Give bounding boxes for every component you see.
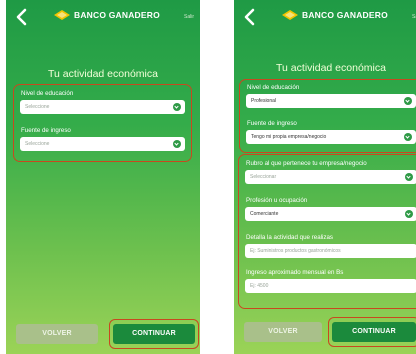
business-sector-field: Rubro al que pertenece tu empresa/negoci… bbox=[245, 160, 416, 186]
monthly-income-input[interactable]: Ej: 4500 bbox=[245, 279, 416, 293]
education-level-select[interactable]: Profesional bbox=[246, 94, 416, 108]
occupation-select[interactable]: Comerciante bbox=[245, 207, 416, 221]
activity-detail-label: Detalla la actividad que realizas bbox=[246, 234, 334, 241]
continue-button[interactable]: CONTINUAR bbox=[332, 322, 416, 342]
monthly-income-placeholder: Ej: 4500 bbox=[250, 283, 269, 289]
bank-name: BANCO GANADERO bbox=[74, 10, 160, 20]
income-source-field: Fuente de ingreso Tengo mi propia empres… bbox=[246, 120, 416, 146]
education-level-field: Nivel de educación Seleccione bbox=[20, 90, 185, 116]
bank-logo-icon bbox=[282, 10, 298, 20]
activity-detail-field: Detalla la actividad que realizas Ej: Su… bbox=[245, 234, 416, 260]
income-source-select[interactable]: Tengo mi propia empresa/negocio bbox=[246, 130, 416, 144]
income-source-select[interactable]: Seleccione bbox=[20, 137, 185, 151]
chevron-down-icon bbox=[405, 173, 413, 181]
highlight-box: Nivel de educación Profesional Fuente de… bbox=[239, 79, 416, 153]
screen-2: BANCO GANADERO Salir Tu actividad económ… bbox=[234, 0, 416, 354]
chevron-down-icon bbox=[404, 97, 412, 105]
income-source-value: Tengo mi propia empresa/negocio bbox=[251, 134, 327, 140]
screen-1: BANCO GANADERO Salir Tu actividad económ… bbox=[6, 0, 200, 354]
bank-logo: BANCO GANADERO bbox=[282, 10, 388, 20]
occupation-label: Profesión u ocupación bbox=[246, 197, 308, 204]
continue-button[interactable]: CONTINUAR bbox=[113, 324, 195, 344]
income-source-label: Fuente de ingreso bbox=[21, 127, 71, 134]
activity-detail-input[interactable]: Ej: Suministros productos gastronómicos bbox=[245, 244, 416, 258]
education-level-select[interactable]: Seleccione bbox=[20, 100, 185, 114]
page-title: Tu actividad económica bbox=[48, 68, 158, 80]
income-source-label: Fuente de ingreso bbox=[247, 120, 297, 127]
bank-name: BANCO GANADERO bbox=[302, 10, 388, 20]
business-sector-label: Rubro al que pertenece tu empresa/negoci… bbox=[246, 160, 367, 167]
chevron-down-icon bbox=[173, 140, 181, 148]
activity-detail-placeholder: Ej: Suministros productos gastronómicos bbox=[250, 248, 341, 254]
education-level-label: Nivel de educación bbox=[21, 90, 74, 97]
monthly-income-label: Ingreso aproximado mensual en Bs bbox=[246, 269, 344, 276]
back-arrow-icon[interactable] bbox=[14, 8, 30, 26]
income-source-value: Seleccione bbox=[25, 141, 50, 147]
occupation-value: Comerciante bbox=[250, 211, 279, 217]
highlight-box: Nivel de educación Seleccione Fuente de … bbox=[13, 84, 192, 162]
top-bar: BANCO GANADERO Salir bbox=[6, 0, 200, 36]
business-sector-select[interactable]: Seleccionar bbox=[245, 170, 416, 184]
business-sector-value: Seleccionar bbox=[250, 174, 277, 180]
highlight-box: Rubro al que pertenece tu empresa/negoci… bbox=[238, 154, 416, 309]
bank-logo: BANCO GANADERO bbox=[54, 10, 160, 20]
education-level-field: Nivel de educación Profesional bbox=[246, 84, 416, 110]
back-button[interactable]: VOLVER bbox=[16, 324, 98, 344]
chevron-down-icon bbox=[405, 210, 413, 218]
income-source-field: Fuente de ingreso Seleccione bbox=[20, 127, 185, 153]
occupation-field: Profesión u ocupación Comerciante bbox=[245, 197, 416, 223]
education-level-value: Profesional bbox=[251, 98, 277, 104]
monthly-income-field: Ingreso aproximado mensual en Bs Ej: 450… bbox=[245, 269, 416, 295]
back-button[interactable]: VOLVER bbox=[244, 322, 322, 342]
education-level-value: Seleccione bbox=[25, 104, 50, 110]
chevron-down-icon bbox=[173, 103, 181, 111]
back-arrow-icon[interactable] bbox=[242, 8, 258, 26]
chevron-down-icon bbox=[404, 133, 412, 141]
exit-link[interactable]: Salir bbox=[184, 14, 194, 20]
page-title: Tu actividad económica bbox=[276, 62, 386, 74]
education-level-label: Nivel de educación bbox=[247, 84, 300, 91]
bank-logo-icon bbox=[54, 10, 70, 20]
top-bar: BANCO GANADERO Salir bbox=[234, 0, 416, 36]
exit-link[interactable]: Salir bbox=[412, 14, 416, 20]
